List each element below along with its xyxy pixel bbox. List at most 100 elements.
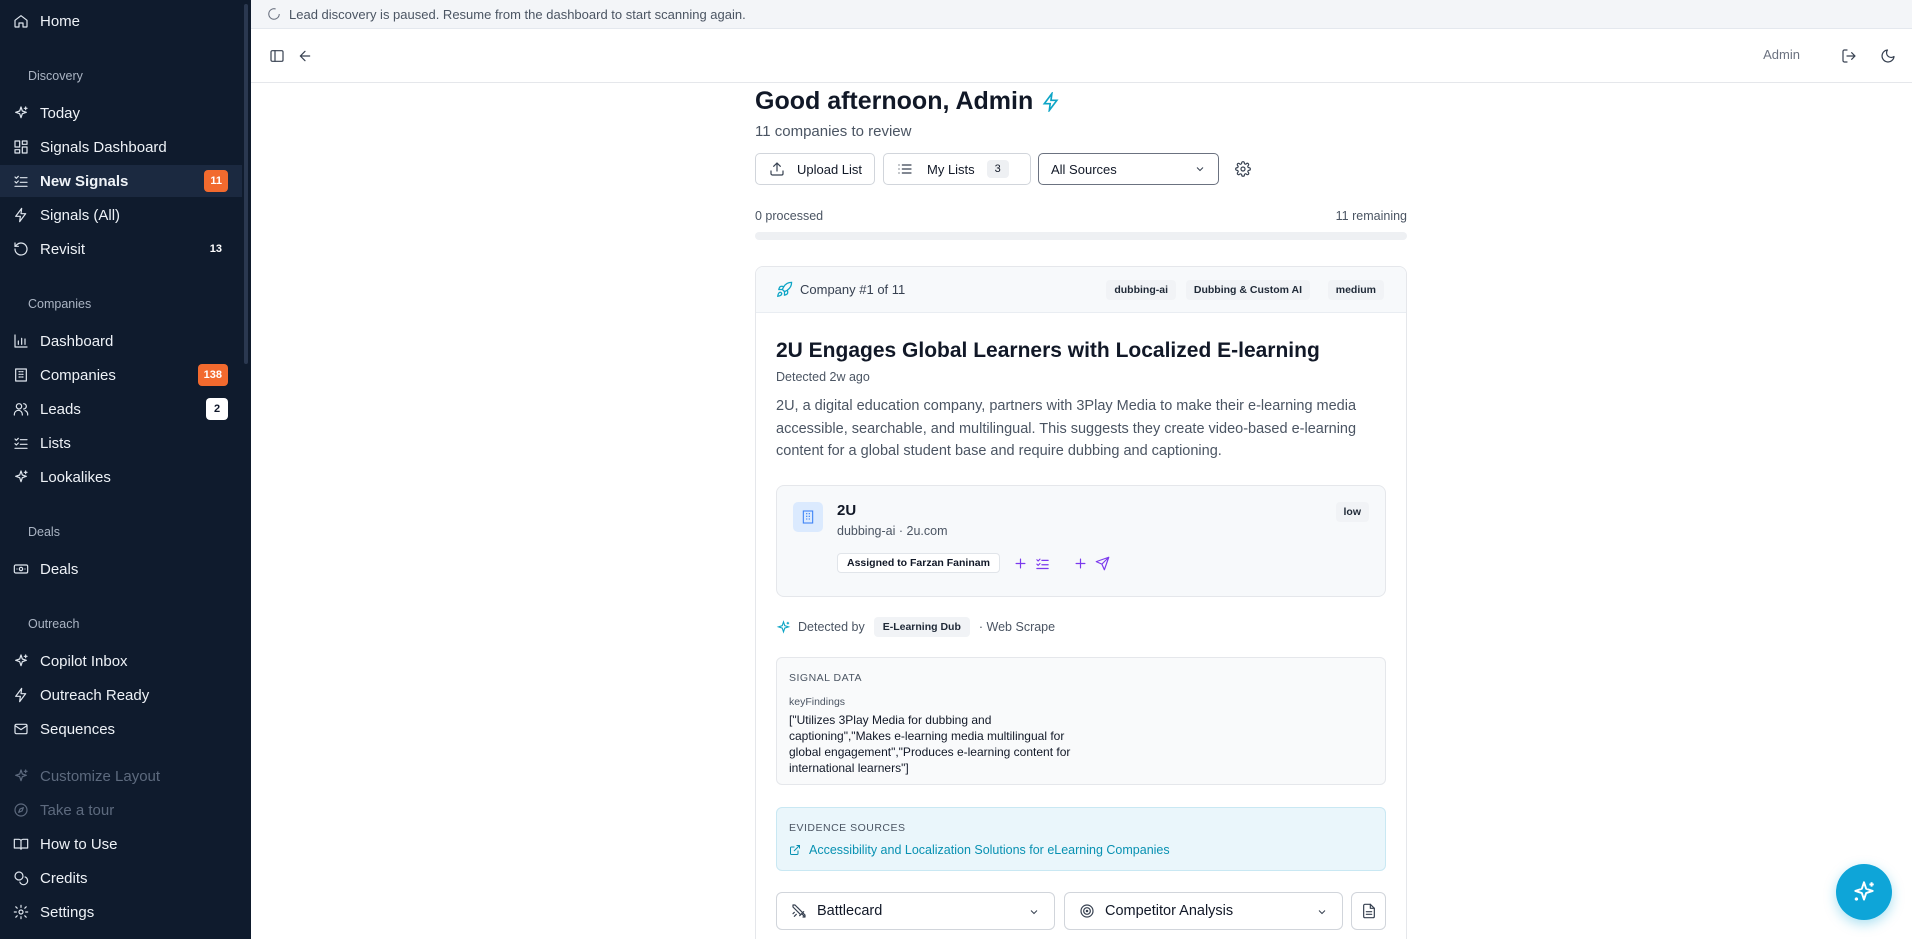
sidebar-item-label: Home	[40, 12, 81, 30]
section-label-discovery: Discovery	[28, 69, 83, 83]
swords-icon	[791, 903, 807, 919]
my-lists-button[interactable]: My Lists 3	[883, 153, 1031, 185]
sidebar-item-label: Lists	[40, 434, 71, 452]
sidebar-item-label: Leads	[40, 400, 81, 418]
evidence-link[interactable]: Accessibility and Localization Solutions…	[789, 843, 1170, 857]
evidence-title: EVIDENCE SOURCES	[789, 822, 906, 834]
sidebar-item-label: Copilot Inbox	[40, 652, 128, 670]
companies-count-badge: 138	[197, 364, 228, 386]
sidebar-item-label: Deals	[40, 560, 79, 578]
gear-icon	[12, 903, 30, 921]
revisit-count-badge: 13	[209, 243, 222, 255]
ai-assistant-button[interactable]	[1836, 864, 1892, 920]
sparkles-icon	[12, 652, 30, 670]
banknote-icon	[12, 560, 30, 578]
sidebar-item-lists[interactable]: Lists	[0, 427, 242, 459]
sidebar-item-credits[interactable]: Credits	[0, 862, 242, 894]
back-arrow-icon[interactable]	[295, 46, 315, 66]
banner-text: Lead discovery is paused. Resume from th…	[289, 6, 746, 22]
company-name[interactable]: 2U	[837, 502, 856, 519]
sidebar-toggle-icon[interactable]	[267, 46, 287, 66]
sidebar-scrollbar[interactable]	[244, 4, 248, 364]
sidebar-item-label: Dashboard	[40, 332, 114, 350]
source-select[interactable]: All Sources	[1038, 153, 1219, 185]
users-icon	[12, 400, 30, 418]
sidebar-item-copilot-inbox[interactable]: Copilot Inbox	[0, 645, 242, 677]
company-priority-badge: low	[1335, 502, 1369, 522]
sidebar-item-label: New Signals	[40, 172, 129, 190]
new-signals-count-badge: 11	[204, 170, 228, 192]
greeting-text: Good afternoon, Admin	[755, 87, 1034, 115]
sidebar-item-companies[interactable]: Companies 138	[0, 359, 242, 391]
sidebar-item-dashboard[interactable]: Dashboard	[0, 325, 242, 357]
company-summary: 2U dubbing-ai · 2u.com low Assigned to F…	[776, 485, 1386, 597]
chevron-down-icon	[1196, 167, 1204, 172]
progress-bar	[755, 232, 1407, 240]
sparkles-icon	[12, 104, 30, 122]
sidebar-item-deals[interactable]: Deals	[0, 553, 242, 585]
send-icon[interactable]	[1093, 554, 1111, 572]
dashboard-icon	[12, 138, 30, 156]
sidebar-item-label: Take a tour	[40, 801, 115, 819]
user-name: Admin	[1763, 47, 1800, 62]
sidebar-item-label: Signals (All)	[40, 206, 121, 224]
sidebar-item-outreach-ready[interactable]: Outreach Ready	[0, 679, 242, 711]
sidebar-item-leads[interactable]: Leads 2	[0, 393, 242, 425]
sidebar-item-settings[interactable]: Settings	[0, 896, 242, 928]
sidebar-item-label: Sequences	[40, 720, 116, 738]
sidebar-item-new-signals[interactable]: New Signals 11	[0, 165, 242, 197]
sidebar-item-signals-all[interactable]: Signals (All)	[0, 199, 242, 231]
review-count: 11 companies to review	[755, 123, 912, 140]
chevron-down-icon	[1028, 906, 1040, 918]
section-label-companies: Companies	[28, 297, 92, 311]
sidebar-item-revisit[interactable]: Revisit 13	[0, 233, 242, 265]
sidebar-item-take-a-tour[interactable]: Take a tour	[0, 794, 242, 826]
plus-icon[interactable]	[1071, 554, 1089, 572]
upload-list-label: Upload List	[797, 161, 863, 177]
section-label-outreach: Outreach	[28, 617, 80, 631]
signal-data-key: keyFindings	[789, 696, 846, 708]
bar-chart-icon	[12, 332, 30, 350]
battlecard-dropdown[interactable]: Battlecard	[776, 892, 1055, 930]
upload-icon	[770, 162, 784, 176]
external-link-icon	[790, 845, 800, 855]
document-button[interactable]	[1351, 892, 1386, 930]
sidebar-item-signals-dashboard[interactable]: Signals Dashboard	[0, 131, 242, 163]
paused-banner: Lead discovery is paused. Resume from th…	[251, 0, 1912, 29]
sidebar-item-label: Today	[40, 104, 81, 122]
moon-icon[interactable]	[1878, 46, 1898, 66]
sidebar-item-sequences[interactable]: Sequences	[0, 713, 242, 745]
competitor-analysis-label: Competitor Analysis	[1105, 903, 1234, 919]
upload-list-button[interactable]: Upload List	[755, 153, 875, 185]
competitor-analysis-dropdown[interactable]: Competitor Analysis	[1064, 892, 1343, 930]
file-text-icon	[1361, 903, 1377, 919]
tag-category: Dubbing & Custom AI	[1185, 280, 1310, 300]
leads-count-badge: 2	[206, 398, 228, 420]
signal-card: Company #1 of 11 dubbing-ai Dubbing & Cu…	[755, 266, 1407, 939]
card-header: Company #1 of 11 dubbing-ai Dubbing & Cu…	[756, 267, 1406, 313]
sidebar-item-label: How to Use	[40, 835, 118, 853]
plus-icon[interactable]	[1011, 554, 1029, 572]
sidebar-item-customize-layout[interactable]: Customize Layout	[0, 760, 242, 792]
sidebar-item-today[interactable]: Today	[0, 97, 242, 129]
tag-priority: medium	[1327, 280, 1384, 300]
sidebar-item-home[interactable]: Home	[0, 5, 242, 37]
zap-icon	[12, 686, 30, 704]
list-icon	[898, 164, 912, 174]
my-lists-count: 3	[986, 160, 1009, 178]
sidebar-item-lookalikes[interactable]: Lookalikes	[0, 461, 242, 493]
mail-icon	[12, 720, 30, 738]
logout-icon[interactable]	[1839, 46, 1859, 66]
sparkles-icon	[1854, 881, 1874, 901]
coins-icon	[12, 869, 30, 887]
sidebar-item-how-to-use[interactable]: How to Use	[0, 828, 242, 860]
section-label-deals: Deals	[28, 525, 60, 539]
loader-icon	[268, 8, 280, 20]
gear-icon[interactable]	[1233, 159, 1253, 179]
zap-icon	[12, 206, 30, 224]
remaining-count: 11 remaining	[1335, 209, 1407, 223]
signal-data-box: SIGNAL DATA keyFindings ["Utilizes 3Play…	[776, 657, 1386, 785]
list-check-icon[interactable]	[1033, 554, 1051, 572]
sidebar-item-label: Settings	[40, 903, 95, 921]
detected-by-row: Detected by E-Learning Dub · Web Scrape	[776, 617, 1055, 637]
